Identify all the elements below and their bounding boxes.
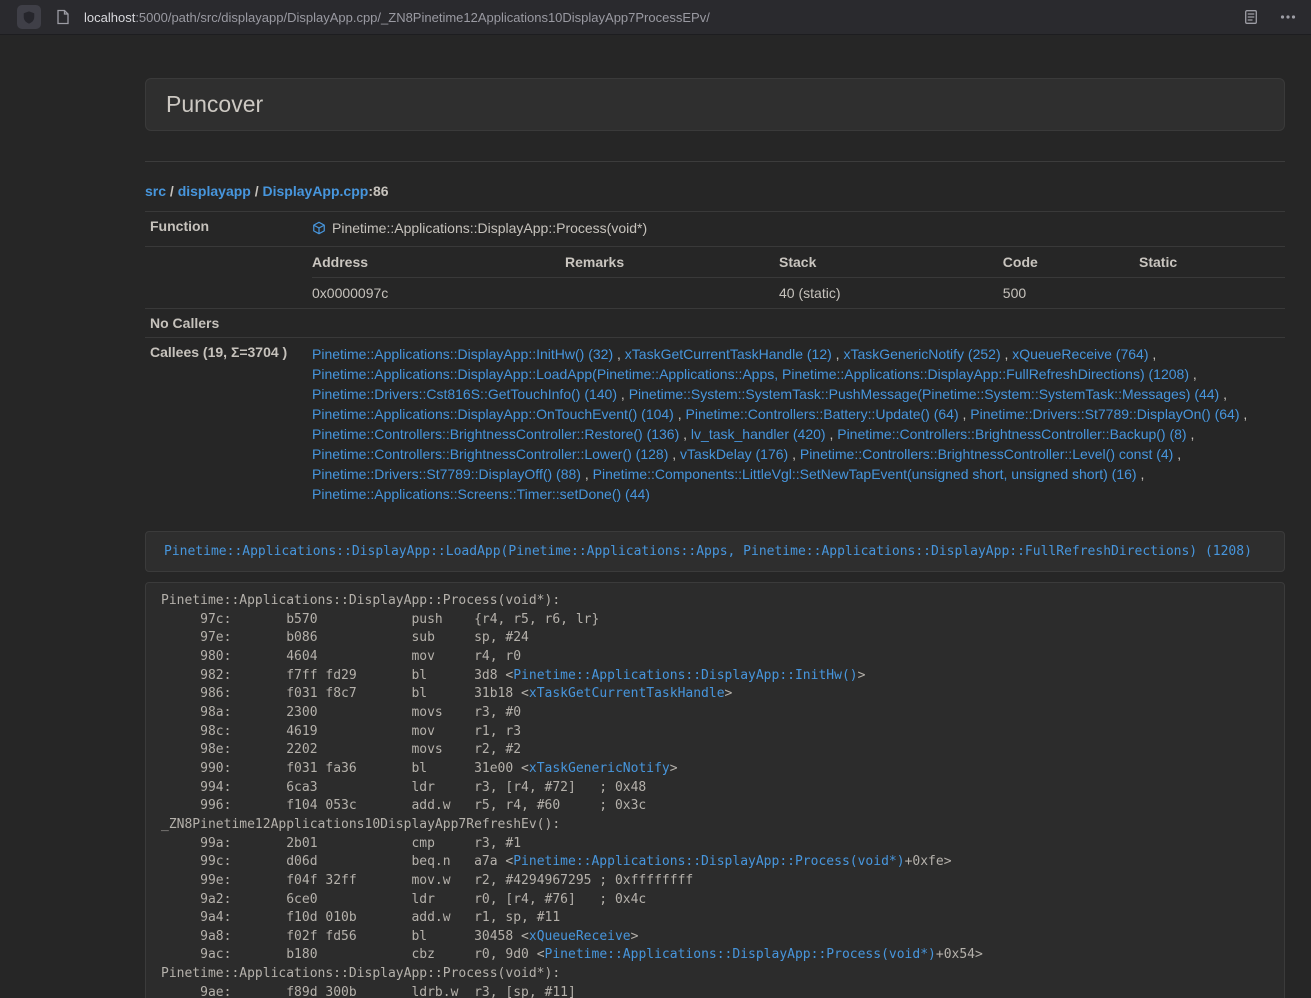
function-name: Pinetime::Applications::DisplayApp::Proc… <box>332 220 647 236</box>
callee-separator: , <box>1148 346 1156 362</box>
callers-cell <box>300 309 1285 338</box>
breadcrumb-separator: / <box>251 183 263 199</box>
breadcrumb-line-number: :86 <box>368 183 388 199</box>
stats-value-address: 0x0000097c <box>312 278 565 309</box>
callee-link[interactable]: Pinetime::Drivers::St7789::DisplayOff() … <box>312 466 581 482</box>
stats-header-remarks: Remarks <box>565 247 779 278</box>
breadcrumb-link-displayapp[interactable]: displayapp <box>178 183 251 199</box>
breadcrumb-separator: / <box>166 183 178 199</box>
function-symbol-icon <box>312 220 326 240</box>
asm-symbol-link[interactable]: Pinetime::Applications::DisplayApp::Init… <box>513 668 857 683</box>
callee-separator: , <box>1137 466 1145 482</box>
callee-separator: , <box>617 386 629 402</box>
document-glyph <box>56 9 70 25</box>
callee-separator: , <box>1219 386 1227 402</box>
callee-link[interactable]: xTaskGetCurrentTaskHandle (12) <box>625 346 832 362</box>
reader-glyph <box>1243 9 1259 25</box>
page-info-icon[interactable] <box>56 9 70 25</box>
callee-link[interactable]: Pinetime::Applications::DisplayApp::OnTo… <box>312 406 674 422</box>
browser-toolbar: localhost:5000/path/src/displayapp/Displ… <box>0 0 1311 35</box>
stats-table: AddressRemarksStackCodeStatic 0x0000097c… <box>312 247 1285 308</box>
callee-link[interactable]: vTaskDelay (176) <box>680 446 788 462</box>
breadcrumb-link-displayapp.cpp[interactable]: DisplayApp.cpp <box>263 183 369 199</box>
callee-separator: , <box>668 446 680 462</box>
stats-value-static <box>1139 278 1285 309</box>
callee-separator: , <box>959 406 971 422</box>
callee-separator: , <box>1187 426 1195 442</box>
stats-row-label <box>145 247 300 309</box>
overflow-menu-icon[interactable] <box>1279 9 1297 25</box>
callee-link[interactable]: xTaskGenericNotify (252) <box>843 346 1000 362</box>
stats-value-code: 500 <box>1003 278 1139 309</box>
callee-link[interactable]: Pinetime::Controllers::Battery::Update()… <box>686 406 959 422</box>
breadcrumb-link-src[interactable]: src <box>145 183 166 199</box>
callee-link[interactable]: Pinetime::System::SystemTask::PushMessag… <box>629 386 1220 402</box>
callee-link[interactable]: Pinetime::Controllers::BrightnessControl… <box>312 446 668 462</box>
callee-separator: , <box>1240 406 1248 422</box>
callee-link[interactable]: Pinetime::Controllers::BrightnessControl… <box>312 426 679 442</box>
stats-value-stack: 40 (static) <box>779 278 1003 309</box>
callee-link[interactable]: Pinetime::Drivers::St7789::DisplayOn() (… <box>970 406 1239 422</box>
callee-link[interactable]: Pinetime::Applications::DisplayApp::Init… <box>312 346 613 362</box>
callee-link[interactable]: Pinetime::Controllers::BrightnessControl… <box>800 446 1173 462</box>
callee-separator: , <box>832 346 844 362</box>
callee-link[interactable]: Pinetime::Components::LittleVgl::SetNewT… <box>593 466 1137 482</box>
highlighted-callee-box: Pinetime::Applications::DisplayApp::Load… <box>145 531 1285 572</box>
highlighted-callee-link[interactable]: Pinetime::Applications::DisplayApp::Load… <box>164 544 1252 559</box>
stats-header-code: Code <box>1003 247 1139 278</box>
callee-link[interactable]: Pinetime::Applications::Screens::Timer::… <box>312 486 650 502</box>
callee-separator: , <box>679 426 691 442</box>
breadcrumb: src / displayapp / DisplayApp.cpp:86 <box>145 183 1285 199</box>
asm-symbol-link[interactable]: xQueueReceive <box>529 929 631 944</box>
shield-glyph <box>22 10 36 25</box>
asm-symbol-link[interactable]: Pinetime::Applications::DisplayApp::Proc… <box>513 854 904 869</box>
callee-separator: , <box>1001 346 1013 362</box>
url-path: :5000/path/src/displayapp/DisplayApp.cpp… <box>135 10 710 25</box>
asm-symbol-link[interactable]: xTaskGenericNotify <box>529 761 670 776</box>
no-callers-label: No Callers <box>145 309 300 338</box>
tracking-shield-icon[interactable] <box>17 5 41 29</box>
callee-separator: , <box>674 406 686 422</box>
callee-separator: , <box>826 426 838 442</box>
function-row: Function Pinetime::Applications::Display… <box>145 212 1285 247</box>
main-content: Puncover src / displayapp / DisplayApp.c… <box>145 35 1285 998</box>
callee-link[interactable]: Pinetime::Applications::DisplayApp::Load… <box>312 366 1189 382</box>
stats-header-stack: Stack <box>779 247 1003 278</box>
no-callers-row: No Callers <box>145 309 1285 338</box>
app-title-banner: Puncover <box>145 78 1285 131</box>
stats-header-row: AddressRemarksStackCodeStatic <box>312 247 1285 278</box>
stats-header-static: Static <box>1139 247 1285 278</box>
stats-value-row: 0x0000097c 40 (static)500 <box>312 278 1285 309</box>
stats-row: AddressRemarksStackCodeStatic 0x0000097c… <box>145 247 1285 309</box>
asm-symbol-link[interactable]: Pinetime::Applications::DisplayApp::Proc… <box>545 947 936 962</box>
stats-cell: AddressRemarksStackCodeStatic 0x0000097c… <box>300 247 1285 309</box>
divider <box>145 161 1285 162</box>
callees-cell: Pinetime::Applications::DisplayApp::Init… <box>300 338 1285 511</box>
reader-mode-icon[interactable] <box>1243 9 1259 25</box>
function-name-cell: Pinetime::Applications::DisplayApp::Proc… <box>300 212 1285 247</box>
callee-separator: , <box>613 346 625 362</box>
asm-symbol-link[interactable]: xTaskGetCurrentTaskHandle <box>529 686 725 701</box>
url-host: localhost <box>84 10 135 25</box>
function-row-label: Function <box>145 212 300 247</box>
page-title: Puncover <box>166 91 263 117</box>
callee-link[interactable]: lv_task_handler (420) <box>691 426 826 442</box>
callees-row: Callees (19, Σ=3704 ) Pinetime::Applicat… <box>145 338 1285 511</box>
callee-separator: , <box>1189 366 1197 382</box>
callee-link[interactable]: xQueueReceive (764) <box>1012 346 1148 362</box>
ellipsis-glyph <box>1279 9 1297 25</box>
symbol-detail-table: Function Pinetime::Applications::Display… <box>145 211 1285 510</box>
callee-link[interactable]: Pinetime::Drivers::Cst816S::GetTouchInfo… <box>312 386 617 402</box>
callee-separator: , <box>1173 446 1181 462</box>
url-bar[interactable]: localhost:5000/path/src/displayapp/Displ… <box>84 10 1243 25</box>
callee-separator: , <box>581 466 593 482</box>
stats-header-address: Address <box>312 247 565 278</box>
callee-separator: , <box>788 446 800 462</box>
stats-value-remarks <box>565 278 779 309</box>
callee-link[interactable]: Pinetime::Controllers::BrightnessControl… <box>837 426 1186 442</box>
callees-label: Callees (19, Σ=3704 ) <box>145 338 300 511</box>
assembly-listing: Pinetime::Applications::DisplayApp::Proc… <box>145 582 1285 998</box>
